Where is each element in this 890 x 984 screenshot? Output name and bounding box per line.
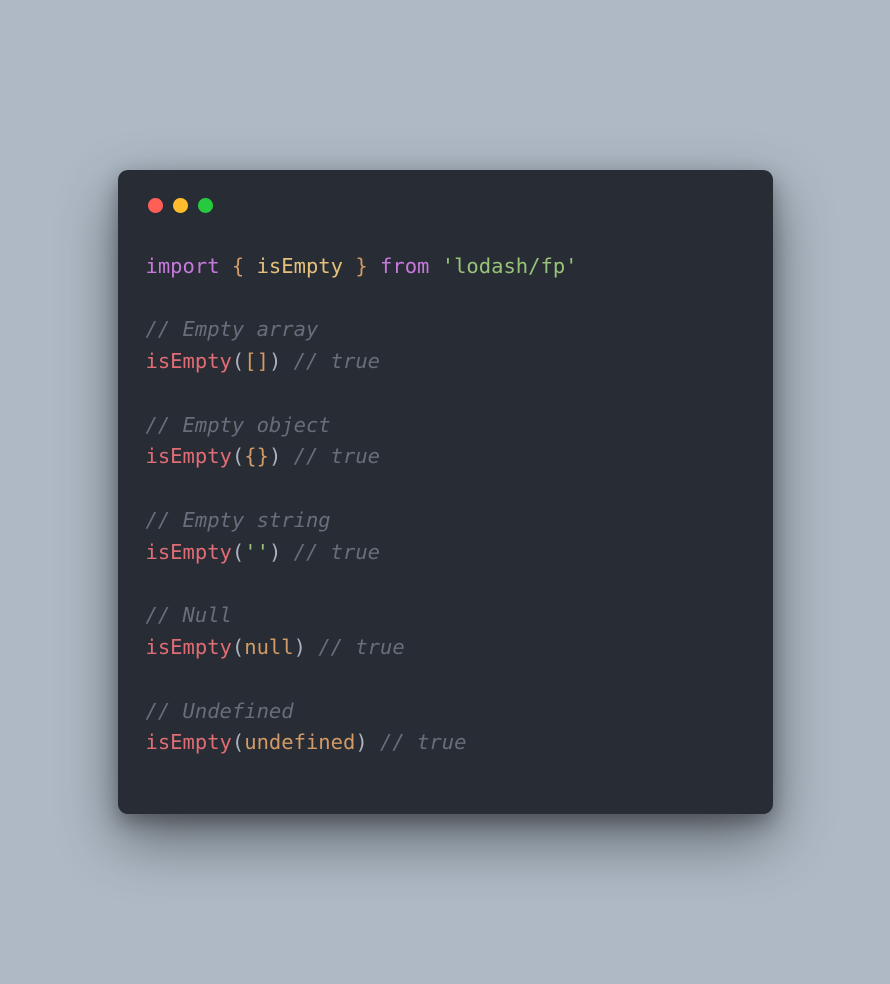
paren-open: (	[232, 349, 244, 373]
paren-close: )	[294, 635, 319, 659]
brace-open: {	[220, 254, 257, 278]
call-isempty-5: isEmpty	[146, 730, 232, 754]
close-icon[interactable]	[148, 198, 163, 213]
keyword-from: from	[380, 254, 429, 278]
comment-result-2: // true	[294, 444, 380, 468]
minimize-icon[interactable]	[173, 198, 188, 213]
comment-undefined: // Undefined	[146, 699, 294, 723]
space	[429, 254, 441, 278]
paren-open: (	[232, 540, 244, 564]
maximize-icon[interactable]	[198, 198, 213, 213]
paren-open: (	[232, 635, 244, 659]
array-literal: []	[244, 349, 269, 373]
comment-result-5: // true	[380, 730, 466, 754]
paren-open: (	[232, 444, 244, 468]
object-literal: {}	[244, 444, 269, 468]
comment-array: // Empty array	[146, 317, 319, 341]
string-module: 'lodash/fp'	[442, 254, 578, 278]
paren-close: )	[269, 444, 294, 468]
identifier-isempty: isEmpty	[257, 254, 343, 278]
null-literal: null	[244, 635, 293, 659]
paren-close: )	[269, 540, 294, 564]
code-block: import { isEmpty } from 'lodash/fp' // E…	[146, 251, 745, 759]
call-isempty-1: isEmpty	[146, 349, 232, 373]
window-controls	[148, 198, 745, 213]
keyword-import: import	[146, 254, 220, 278]
code-window: import { isEmpty } from 'lodash/fp' // E…	[118, 170, 773, 814]
comment-null: // Null	[146, 603, 232, 627]
call-isempty-4: isEmpty	[146, 635, 232, 659]
call-isempty-2: isEmpty	[146, 444, 232, 468]
comment-result-4: // true	[318, 635, 404, 659]
paren-open: (	[232, 730, 244, 754]
comment-result-1: // true	[294, 349, 380, 373]
undefined-literal: undefined	[244, 730, 355, 754]
call-isempty-3: isEmpty	[146, 540, 232, 564]
comment-object: // Empty object	[146, 413, 331, 437]
comment-string: // Empty string	[146, 508, 331, 532]
comment-result-3: // true	[294, 540, 380, 564]
paren-close: )	[355, 730, 380, 754]
paren-close: )	[269, 349, 294, 373]
brace-close: }	[343, 254, 380, 278]
string-literal: ''	[244, 540, 269, 564]
